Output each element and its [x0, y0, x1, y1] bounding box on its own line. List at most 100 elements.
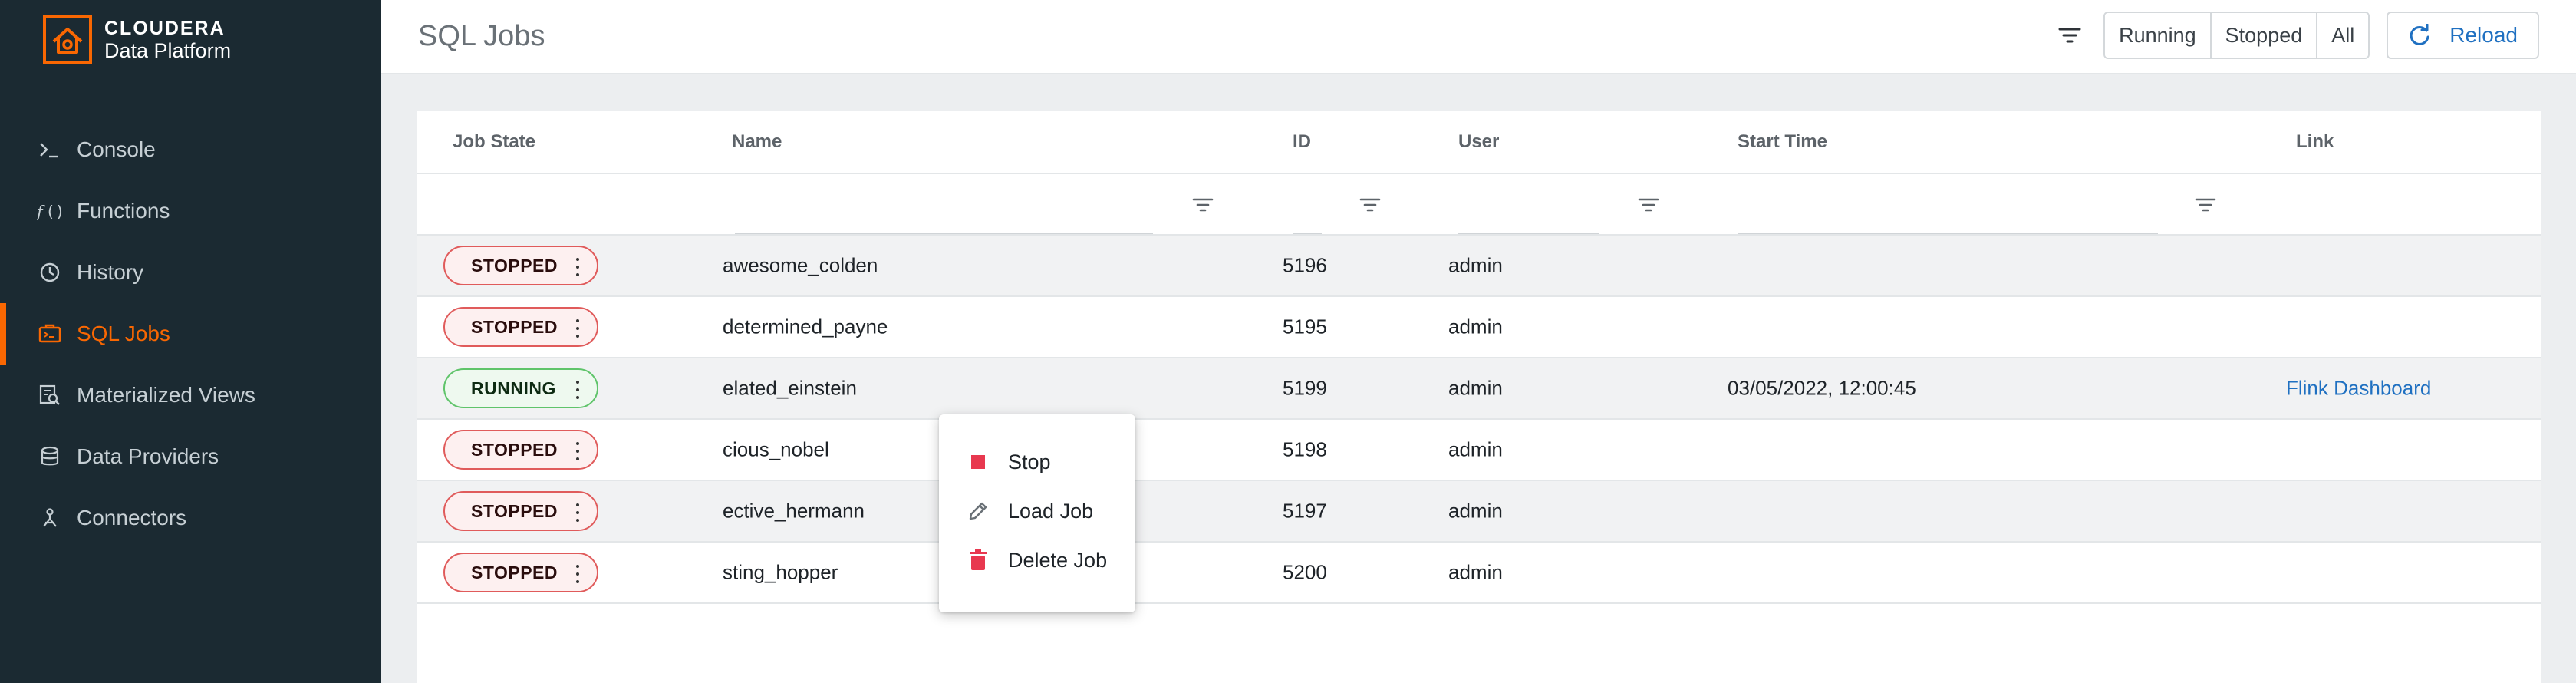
- connectors-icon: [37, 505, 63, 531]
- job-start-time: 03/05/2022, 12:00:45: [1728, 376, 1916, 400]
- user-filter-icon[interactable]: [1636, 193, 1661, 217]
- table-row[interactable]: STOPPED cious_nobel 5198 admin: [417, 420, 2541, 481]
- job-name: sting_hopper: [723, 560, 838, 584]
- reload-label: Reload: [2449, 23, 2518, 47]
- table-row[interactable]: STOPPED awesome_colden 5196 admin: [417, 236, 2541, 297]
- main-content: SQL Jobs Running Stopped All Reload Job …: [381, 0, 2576, 683]
- sidebar: CLOUDERA Data Platform Console f() Funct…: [0, 0, 381, 683]
- job-id: 5200: [1283, 560, 1327, 584]
- sidebar-nav: Console f() Functions History SQL Jobs M…: [0, 119, 381, 549]
- menu-item-delete-job[interactable]: Delete Job: [939, 536, 1135, 585]
- sidebar-item-label: History: [77, 260, 144, 284]
- job-user: admin: [1448, 376, 1503, 400]
- job-id: 5198: [1283, 437, 1327, 461]
- table-row[interactable]: STOPPED ective_hermann 5197 admin: [417, 481, 2541, 543]
- sidebar-item-label: Materialized Views: [77, 383, 255, 407]
- sql-jobs-icon: [37, 321, 63, 347]
- job-name: determined_payne: [723, 315, 888, 338]
- filter-icon[interactable]: [2051, 17, 2088, 54]
- jobs-table: Job State Name ID User Start Time Link S…: [417, 111, 2541, 683]
- job-state-badge[interactable]: STOPPED: [443, 430, 598, 470]
- column-header-job-state[interactable]: Job State: [453, 131, 535, 153]
- job-state-badge[interactable]: STOPPED: [443, 307, 598, 347]
- job-state-label: RUNNING: [471, 378, 556, 398]
- column-header-user[interactable]: User: [1458, 131, 1499, 153]
- history-icon: [37, 259, 63, 285]
- table-row[interactable]: RUNNING elated_einstein 5199 admin 03/05…: [417, 358, 2541, 420]
- job-name: cious_nobel: [723, 437, 829, 461]
- stop-icon: [967, 450, 990, 473]
- name-filter-input[interactable]: [735, 233, 1153, 234]
- sidebar-item-data-providers[interactable]: Data Providers: [0, 426, 381, 487]
- menu-item-load-job[interactable]: Load Job: [939, 487, 1135, 536]
- table-row[interactable]: STOPPED sting_hopper 5200 admin: [417, 543, 2541, 604]
- job-state-label: STOPPED: [471, 316, 558, 337]
- table-header: Job State Name ID User Start Time Link: [417, 111, 2541, 174]
- data-providers-icon: [37, 444, 63, 470]
- filter-running-button[interactable]: Running: [2105, 13, 2212, 58]
- sidebar-item-functions[interactable]: f() Functions: [0, 180, 381, 242]
- column-filter-row: [417, 174, 2541, 236]
- job-user: admin: [1448, 499, 1503, 523]
- reload-button[interactable]: Reload: [2387, 12, 2539, 59]
- more-vert-icon[interactable]: [575, 442, 580, 460]
- start-time-filter-icon[interactable]: [2193, 193, 2218, 217]
- more-vert-icon[interactable]: [575, 503, 580, 522]
- user-filter-input[interactable]: [1458, 233, 1599, 234]
- page-title: SQL Jobs: [418, 20, 545, 52]
- job-state-label: STOPPED: [471, 500, 558, 521]
- cloudera-logo[interactable]: CLOUDERA Data Platform: [43, 15, 231, 64]
- refresh-icon: [2410, 24, 2429, 45]
- filter-stopped-button[interactable]: Stopped: [2211, 13, 2318, 58]
- pencil-icon: [967, 500, 990, 523]
- top-actions: Running Stopped All Reload: [2051, 12, 2539, 59]
- materialized-views-icon: [37, 382, 63, 408]
- job-name: ective_hermann: [723, 499, 865, 523]
- more-vert-icon[interactable]: [575, 258, 580, 276]
- menu-item-label: Delete Job: [1008, 548, 1108, 572]
- job-id: 5197: [1283, 499, 1327, 523]
- sidebar-item-label: SQL Jobs: [77, 322, 170, 345]
- filter-all-button[interactable]: All: [2317, 13, 2369, 58]
- trash-icon: [967, 549, 990, 572]
- table-row[interactable]: STOPPED determined_payne 5195 admin: [417, 297, 2541, 358]
- id-filter-icon[interactable]: [1358, 193, 1382, 217]
- sidebar-item-label: Data Providers: [77, 444, 219, 468]
- job-state-badge[interactable]: STOPPED: [443, 491, 598, 531]
- cloudera-logo-icon: [43, 15, 92, 64]
- menu-item-label: Stop: [1008, 450, 1051, 473]
- column-header-start-time[interactable]: Start Time: [1738, 131, 1827, 153]
- more-vert-icon[interactable]: [575, 565, 580, 583]
- brand-name: CLOUDERA: [104, 17, 226, 39]
- sidebar-item-console[interactable]: Console: [0, 119, 381, 180]
- job-name: awesome_colden: [723, 253, 878, 277]
- column-header-link[interactable]: Link: [2296, 131, 2334, 153]
- sidebar-item-label: Functions: [77, 199, 170, 223]
- menu-item-stop[interactable]: Stop: [939, 437, 1135, 487]
- job-id: 5196: [1283, 253, 1327, 277]
- job-state-badge[interactable]: STOPPED: [443, 246, 598, 285]
- id-filter-input[interactable]: [1293, 233, 1322, 234]
- more-vert-icon[interactable]: [575, 319, 580, 338]
- job-id: 5199: [1283, 376, 1327, 400]
- sidebar-item-materialized-views[interactable]: Materialized Views: [0, 365, 381, 426]
- column-header-id[interactable]: ID: [1293, 131, 1311, 153]
- job-name: elated_einstein: [723, 376, 857, 400]
- column-header-name[interactable]: Name: [732, 131, 782, 153]
- state-filter-group: Running Stopped All: [2103, 12, 2370, 59]
- job-link[interactable]: Flink Dashboard: [2286, 377, 2431, 401]
- job-context-menu: Stop Load Job Delete Job: [939, 414, 1135, 612]
- name-filter-icon[interactable]: [1191, 193, 1215, 217]
- start-time-filter-input[interactable]: [1738, 233, 2158, 234]
- job-state-badge[interactable]: STOPPED: [443, 553, 598, 592]
- svg-text:(): (): [45, 203, 63, 221]
- sidebar-item-connectors[interactable]: Connectors: [0, 487, 381, 549]
- job-state-label: STOPPED: [471, 255, 558, 276]
- job-user: admin: [1448, 315, 1503, 338]
- topbar: SQL Jobs Running Stopped All Reload: [381, 0, 2576, 74]
- job-state-badge[interactable]: RUNNING: [443, 368, 598, 408]
- more-vert-icon[interactable]: [575, 381, 580, 399]
- sidebar-item-history[interactable]: History: [0, 242, 381, 303]
- job-user: admin: [1448, 560, 1503, 584]
- sidebar-item-sql-jobs[interactable]: SQL Jobs: [0, 303, 381, 365]
